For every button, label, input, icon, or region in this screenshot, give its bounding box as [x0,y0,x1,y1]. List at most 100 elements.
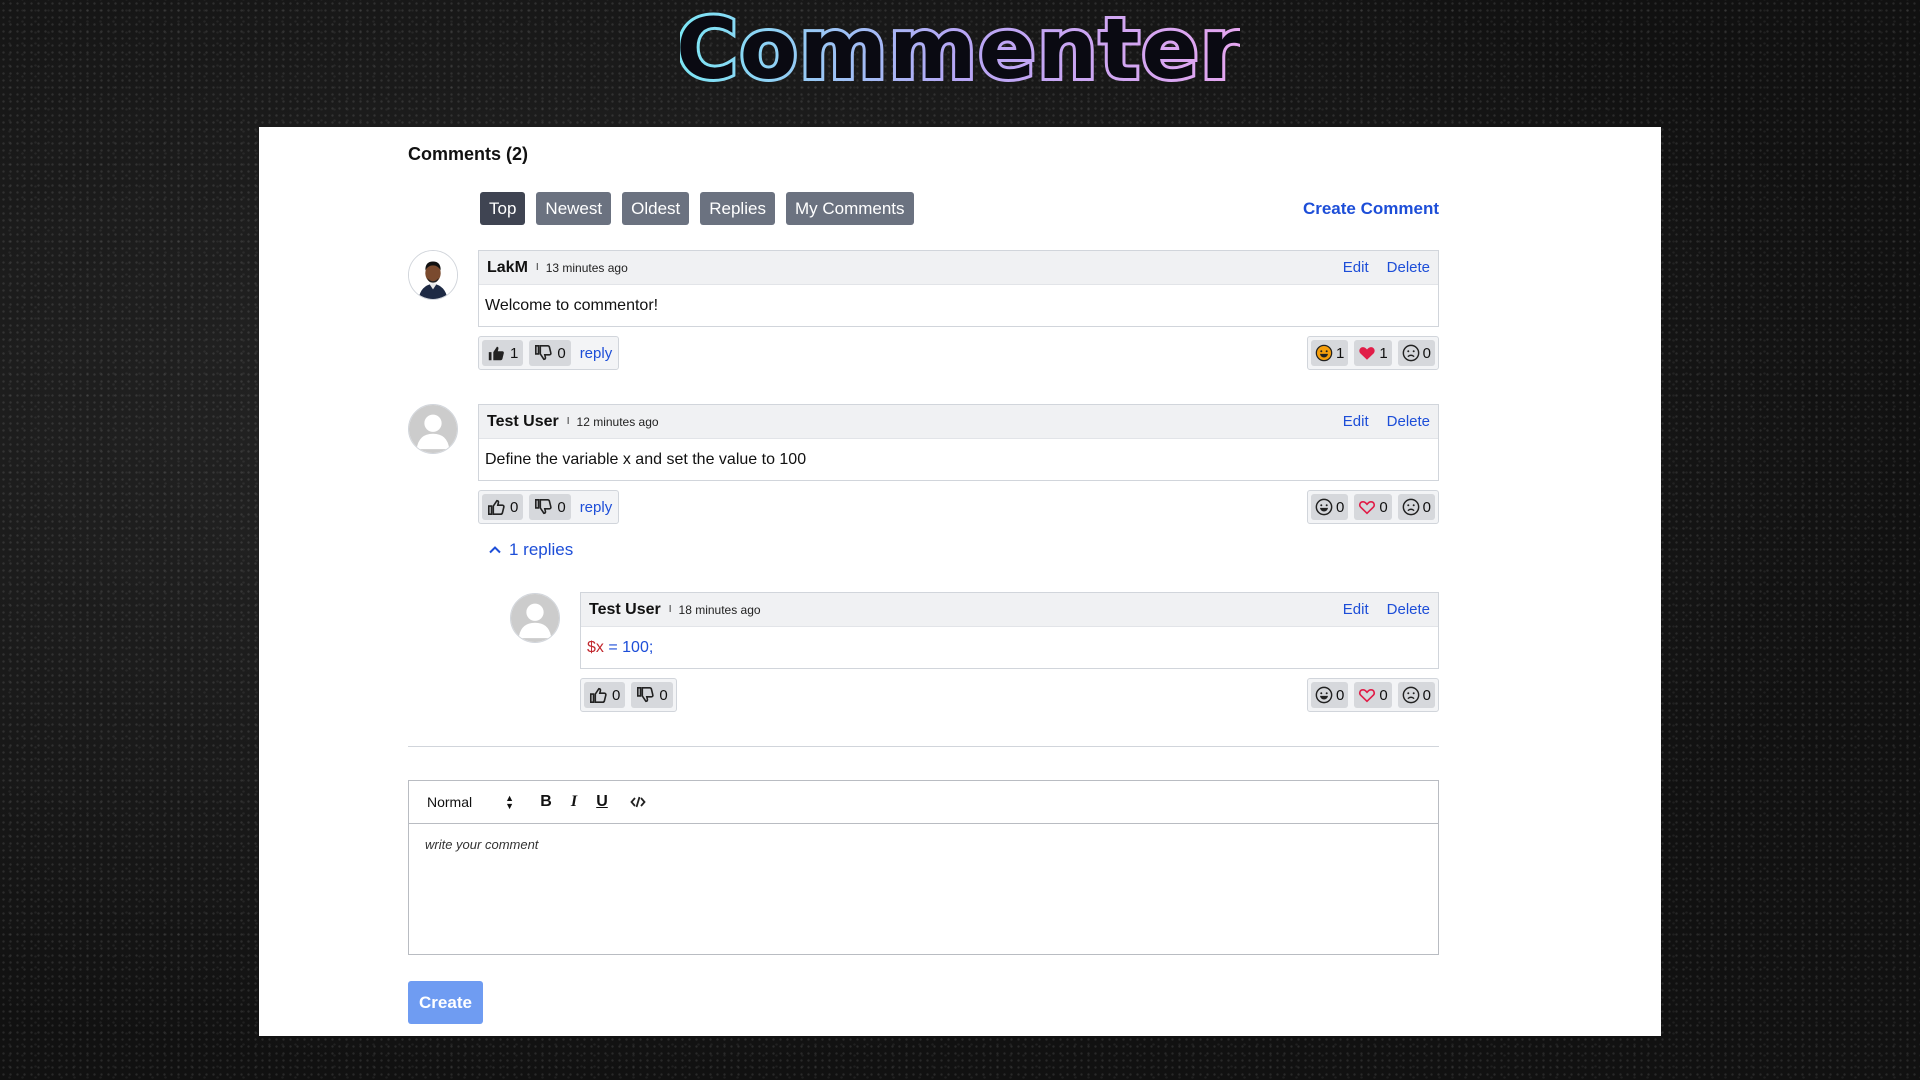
comment-author[interactable]: LakM [487,259,528,277]
sad-reaction-button[interactable]: 0 [1397,340,1435,366]
bold-button[interactable]: B [532,788,560,816]
logo-image: Commenter [680,0,1240,100]
haha-reaction-button[interactable]: 0 [1310,682,1349,708]
comment-header: LakM I 13 minutes ago Edit Delete [479,251,1438,285]
underline-button[interactable]: U [588,788,616,816]
heart-icon [1359,347,1375,360]
code-icon [630,796,646,808]
heart-icon [1359,501,1376,515]
haha-count: 0 [1335,498,1345,516]
comment-header: Test User I 18 minutes ago Edit Delete [581,593,1438,627]
love-reaction-button[interactable]: 0 [1354,494,1392,520]
delete-link[interactable]: Delete [1387,413,1430,430]
avatar[interactable] [408,404,458,454]
format-select[interactable]: Normal ▲ ▼ [427,794,514,811]
haha-icon [1315,344,1333,362]
like-button[interactable]: 1 [482,340,524,366]
haha-reaction-button[interactable]: 1 [1310,340,1349,366]
user-photo-avatar [409,251,457,299]
edit-link[interactable]: Edit [1343,601,1369,618]
sad-count: 0 [1422,344,1431,362]
comment-text: Welcome to commentor! [485,296,659,314]
sad-reaction-button[interactable]: 0 [1397,494,1435,520]
tab-oldest[interactable]: Oldest [622,192,690,225]
comment-time: 12 minutes ago [576,414,659,429]
thumbs-down-icon [535,344,553,361]
haha-count: 0 [1335,686,1345,704]
reply-card: Test User I 18 minutes ago Edit Delete $… [580,592,1439,669]
haha-icon [1315,498,1333,516]
heart-icon [1359,689,1376,703]
dislike-count: 0 [557,344,566,362]
tab-top[interactable]: Top [480,192,526,225]
dislike-count: 0 [557,498,566,516]
reply-link[interactable]: reply [577,345,616,362]
thumbs-down-icon [535,498,553,515]
comment-textarea[interactable] [409,824,1438,954]
vote-bar: 0 0 reply [478,490,620,524]
chevron-up-icon [489,546,501,554]
thumbs-up-icon [488,346,504,361]
edit-link[interactable]: Edit [1343,259,1369,276]
replies-toggle[interactable]: 1 replies [488,540,573,560]
vote-bar: 0 0 [580,678,677,712]
avatar[interactable] [408,250,458,300]
reaction-bar: 1 1 0 [1306,336,1439,370]
create-button[interactable]: Create [408,981,483,1024]
haha-reaction-button[interactable]: 0 [1310,494,1349,520]
code-value: = 100; [603,638,654,656]
sad-icon [1402,686,1420,704]
like-count: 0 [612,686,621,704]
love-reaction-button[interactable]: 1 [1354,340,1392,366]
svg-text:Commenter: Commenter [680,0,1240,98]
love-count: 1 [1379,344,1388,362]
comments-title: Comments (2) [408,144,529,164]
sad-reaction-button[interactable]: 0 [1397,682,1435,708]
comment-time: 13 minutes ago [545,260,628,275]
reaction-bar: 0 0 0 [1306,490,1439,524]
comment-text: Define the variable x and set the value … [485,450,807,468]
section-divider [408,746,1439,747]
code-button[interactable] [624,788,652,816]
thumbs-up-icon [589,687,607,704]
comments-panel: Comments (2) Top Newest Oldest Replies M… [259,127,1661,1036]
sad-icon [1402,344,1420,362]
dislike-button[interactable]: 0 [631,682,673,708]
delete-link[interactable]: Delete [1387,259,1430,276]
dislike-count: 0 [659,686,668,704]
italic-button[interactable]: I [560,788,588,816]
love-count: 0 [1379,498,1388,516]
format-select-value: Normal [427,794,473,810]
comment-time: 18 minutes ago [678,602,761,617]
tab-replies[interactable]: Replies [700,192,775,225]
thumbs-up-icon [487,499,505,516]
reaction-bar: 0 0 0 [1306,678,1439,712]
sad-count: 0 [1422,498,1431,516]
comment-card: LakM I 13 minutes ago Edit Delete Welcom… [478,250,1439,327]
love-reaction-button[interactable]: 0 [1354,682,1392,708]
create-comment-link[interactable]: Create Comment [1303,199,1439,219]
header-separator: I [668,604,672,615]
like-count: 0 [510,498,519,516]
edit-link[interactable]: Edit [1343,413,1369,430]
dislike-button[interactable]: 0 [529,340,571,366]
like-button[interactable]: 0 [482,494,524,520]
comment-card: Test User I 12 minutes ago Edit Delete D… [478,404,1439,481]
vote-bar: 1 0 reply [478,336,620,370]
sad-icon [1402,498,1420,516]
tab-my-comments[interactable]: My Comments [785,192,914,225]
dislike-button[interactable]: 0 [529,494,571,520]
comment-author[interactable]: Test User [589,601,661,619]
thumbs-down-icon [637,686,655,703]
reply-link[interactable]: reply [577,499,616,516]
avatar[interactable] [510,593,560,643]
replies-count-label: 1 replies [509,540,574,559]
like-count: 1 [510,344,519,362]
header-separator: I [535,262,539,273]
code-variable: $x [587,638,604,656]
comment-author[interactable]: Test User [487,413,559,431]
like-button[interactable]: 0 [584,682,626,708]
tab-newest[interactable]: Newest [536,192,612,225]
delete-link[interactable]: Delete [1387,601,1430,618]
sad-count: 0 [1422,686,1431,704]
